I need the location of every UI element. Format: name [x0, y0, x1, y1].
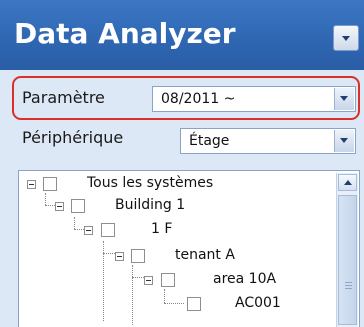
minus-box-icon[interactable] — [115, 252, 124, 261]
scroll-thumb[interactable] — [338, 195, 357, 325]
node-checkbox[interactable] — [43, 177, 57, 191]
node-checkbox[interactable] — [187, 297, 201, 311]
chevron-down-icon — [342, 36, 350, 41]
chevron-down-icon — [340, 138, 348, 143]
tree-node[interactable]: 1 F — [19, 219, 339, 239]
chevron-down-icon — [340, 96, 348, 101]
tree-node-label: Tous les systèmes — [87, 175, 214, 191]
minus-box-icon[interactable] — [144, 276, 153, 285]
grip-line — [345, 282, 352, 283]
minus-box-icon[interactable] — [84, 226, 93, 235]
device-label: Périphérique — [22, 128, 124, 147]
tree-node-label: AC001 — [235, 295, 281, 311]
app-header: Data Analyzer — [0, 0, 364, 70]
tree-node-label: area 10A — [213, 271, 277, 287]
parameter-dropdown-button[interactable] — [334, 88, 354, 110]
parameter-value: 08/2011 ~ — [161, 91, 236, 107]
node-checkbox[interactable] — [161, 273, 175, 287]
tree-scrollbar[interactable] — [336, 173, 358, 327]
tree-node-label: Building 1 — [115, 197, 186, 213]
minus-box-icon[interactable] — [55, 202, 64, 211]
system-tree: Tous les systèmes Building 1 1 F tenant … — [18, 170, 360, 327]
tree-node[interactable]: area 10A — [19, 267, 339, 287]
scroll-up-button[interactable] — [338, 174, 357, 191]
tree-node[interactable]: AC001 — [19, 291, 339, 311]
tree-node-label: tenant A — [175, 247, 235, 263]
node-checkbox[interactable] — [131, 249, 145, 263]
parameter-label: Paramètre — [22, 88, 105, 107]
device-select[interactable]: Étage — [180, 128, 356, 154]
header-menu-button[interactable] — [333, 25, 359, 51]
tree-node[interactable]: Tous les systèmes — [19, 171, 339, 191]
tree-node[interactable]: tenant A — [19, 243, 339, 263]
tree-node-label: 1 F — [151, 221, 173, 237]
grip-line — [345, 288, 352, 289]
app-title: Data Analyzer — [14, 17, 236, 50]
node-checkbox[interactable] — [101, 223, 115, 237]
parameter-select[interactable]: 08/2011 ~ — [152, 86, 356, 112]
node-checkbox[interactable] — [71, 199, 85, 213]
grip-line — [345, 285, 352, 286]
arrow-up-icon — [344, 180, 352, 185]
device-value: Étage — [189, 133, 230, 149]
minus-box-icon[interactable] — [27, 180, 36, 189]
tree-node[interactable]: Building 1 — [19, 195, 339, 215]
device-dropdown-button[interactable] — [334, 130, 354, 152]
